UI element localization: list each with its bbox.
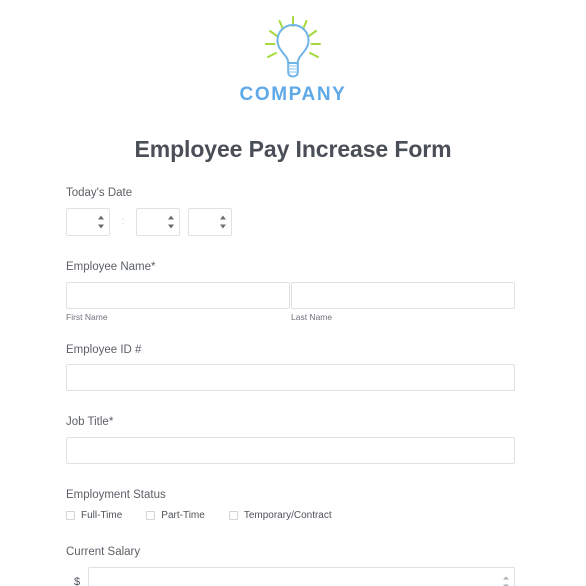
current-salary-input-wrap: [88, 566, 515, 586]
label-job-title-text: Job Title: [66, 416, 109, 429]
field-current-salary: Current Salary $: [66, 546, 515, 586]
label-employee-name-text: Employee Name: [66, 260, 152, 273]
lightbulb-icon: [265, 16, 321, 78]
employee-name-row: First Name Last Name: [66, 281, 515, 322]
checkbox-box-icon[interactable]: [66, 510, 75, 520]
checkbox-label: Temporary/Contract: [243, 509, 332, 521]
date-separator-1: :: [121, 215, 125, 227]
checkbox-box-icon[interactable]: [146, 510, 156, 520]
required-marker: *: [108, 416, 114, 429]
checkbox-label: Full-Time: [81, 509, 123, 521]
first-name-group: First Name: [66, 281, 290, 322]
field-job-title: Job Title*: [66, 416, 515, 465]
last-name-sub-label: Last Name: [291, 311, 333, 322]
field-employment-status: Employment Status Full-Time Part-Time Te…: [66, 489, 515, 521]
field-todays-date: Today's Date :: [66, 187, 515, 236]
current-salary-input[interactable]: [88, 566, 515, 586]
checkbox-full-time[interactable]: Full-Time: [66, 510, 122, 521]
day-spinner[interactable]: [167, 215, 174, 229]
label-employee-name: Employee Name*: [66, 261, 515, 275]
company-wordmark: COMPANY: [239, 84, 347, 105]
job-title-input[interactable]: [66, 437, 515, 465]
spin-down-icon[interactable]: [219, 224, 226, 229]
field-employee-name: Employee Name* First Name Last Name: [66, 261, 515, 322]
currency-symbol: $: [73, 575, 81, 586]
label-todays-date: Today's Date: [66, 187, 133, 199]
month-spinner[interactable]: [97, 215, 104, 229]
date-day-input[interactable]: [136, 207, 180, 236]
current-salary-row: $: [66, 566, 515, 586]
checkbox-label: Part-Time: [161, 509, 205, 521]
company-logo: COMPANY: [0, 0, 586, 104]
form-page: COMPANY Employee Pay Increase Form Today…: [0, 0, 586, 586]
form-fields: Today's Date : Employee Name* First Name…: [0, 187, 586, 586]
checkbox-temporary-contract[interactable]: Temporary/Contract: [228, 509, 332, 521]
spin-up-icon[interactable]: [97, 215, 104, 220]
spin-up-icon[interactable]: [219, 215, 226, 220]
page-title: Employee Pay Increase Form: [134, 136, 452, 162]
first-name-sub-label: First Name: [66, 311, 108, 322]
employment-status-options: Full-Time Part-Time Temporary/Contract: [66, 510, 515, 521]
last-name-input[interactable]: [291, 281, 515, 309]
label-job-title: Job Title*: [66, 416, 515, 430]
first-name-input[interactable]: [66, 281, 290, 309]
date-month-input[interactable]: [66, 207, 110, 236]
year-spinner[interactable]: [219, 215, 226, 229]
spin-down-icon[interactable]: [97, 224, 104, 229]
date-year-input[interactable]: [188, 207, 232, 236]
label-employee-id: Employee ID #: [66, 343, 142, 356]
required-marker: *: [151, 260, 156, 273]
checkbox-part-time[interactable]: Part-Time: [146, 510, 205, 521]
last-name-group: Last Name: [291, 281, 515, 322]
label-current-salary: Current Salary: [66, 545, 141, 558]
field-employee-id: Employee ID #: [66, 344, 515, 392]
checkbox-box-icon[interactable]: [228, 510, 238, 520]
spin-up-icon[interactable]: [167, 215, 174, 220]
date-inputs-row: :: [66, 207, 515, 236]
label-employment-status: Employment Status: [66, 489, 166, 502]
spin-down-icon[interactable]: [167, 224, 174, 229]
employee-id-input[interactable]: [66, 364, 515, 392]
